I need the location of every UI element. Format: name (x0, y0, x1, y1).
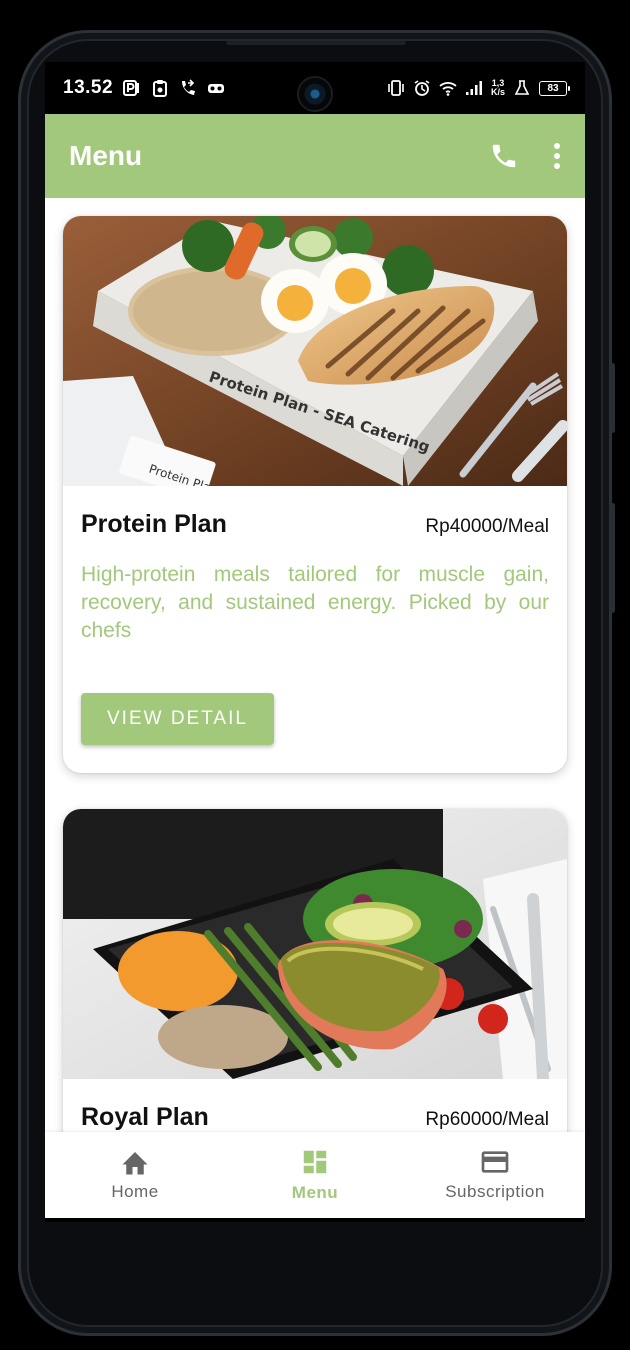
system-navigation-bar (45, 1218, 585, 1222)
nav-label-menu: Menu (291, 1183, 339, 1202)
network-speed-unit: K/s (490, 87, 505, 97)
card-price: Rp40000/Meal (425, 516, 549, 537)
earpiece-speaker (226, 41, 406, 45)
nav-label-subscription: Subscription (445, 1182, 545, 1201)
volume-button (610, 363, 615, 433)
card-title: Protein Plan (81, 510, 227, 538)
battery-indicator: 83 (539, 80, 570, 96)
view-detail-button[interactable]: VIEW DETAIL (81, 693, 274, 745)
protein-plan-image: Protein Plan Protein Plan - SEA Catering (63, 216, 567, 486)
credit-card-icon (481, 1151, 509, 1173)
phone-icon[interactable] (489, 141, 519, 171)
call-forward-icon (182, 79, 196, 95)
clipboard-icon (153, 80, 168, 97)
bottom-navigation: Home Menu Subscription (45, 1132, 585, 1218)
card-price: Rp60000/Meal (425, 1109, 549, 1130)
menu-card-protein-plan[interactable]: Protein Plan Protein Plan - SEA Catering… (63, 216, 567, 773)
power-button (610, 503, 615, 613)
menu-card-royal-plan[interactable]: Royal Plan Rp60000/Meal (63, 809, 567, 1132)
nav-item-home[interactable]: Home (60, 1148, 210, 1202)
dashboard-icon (303, 1150, 327, 1174)
status-time: 13.52 (63, 77, 114, 98)
more-vert-icon[interactable] (553, 142, 561, 170)
flask-icon (514, 80, 530, 95)
card-description: High-protein meals tailored for muscle g… (81, 563, 549, 642)
signal-icon (465, 81, 482, 95)
menu-list[interactable]: Protein Plan Protein Plan - SEA Catering… (45, 198, 585, 1132)
nav-item-subscription[interactable]: Subscription (420, 1148, 570, 1202)
home-icon (122, 1152, 148, 1175)
wifi-icon (439, 82, 457, 96)
screen: 13.52 1,3 K/s 83 Menu Protein Plan Prote… (45, 62, 585, 1222)
card-title: Royal Plan (81, 1103, 209, 1131)
status-bar: 13.52 1,3 K/s 83 (45, 62, 585, 114)
alarm-icon (414, 80, 430, 96)
royal-plan-image (63, 809, 567, 1079)
nav-item-menu[interactable]: Menu (240, 1147, 390, 1203)
parking-icon (123, 80, 140, 96)
nav-label-home: Home (111, 1182, 159, 1201)
app-bar: Menu (45, 114, 585, 198)
network-speed: 1,3 K/s (491, 79, 505, 97)
vibrate-icon (388, 80, 404, 96)
front-camera (297, 76, 333, 112)
page-title: Menu (69, 140, 143, 171)
vr-icon (208, 84, 225, 93)
